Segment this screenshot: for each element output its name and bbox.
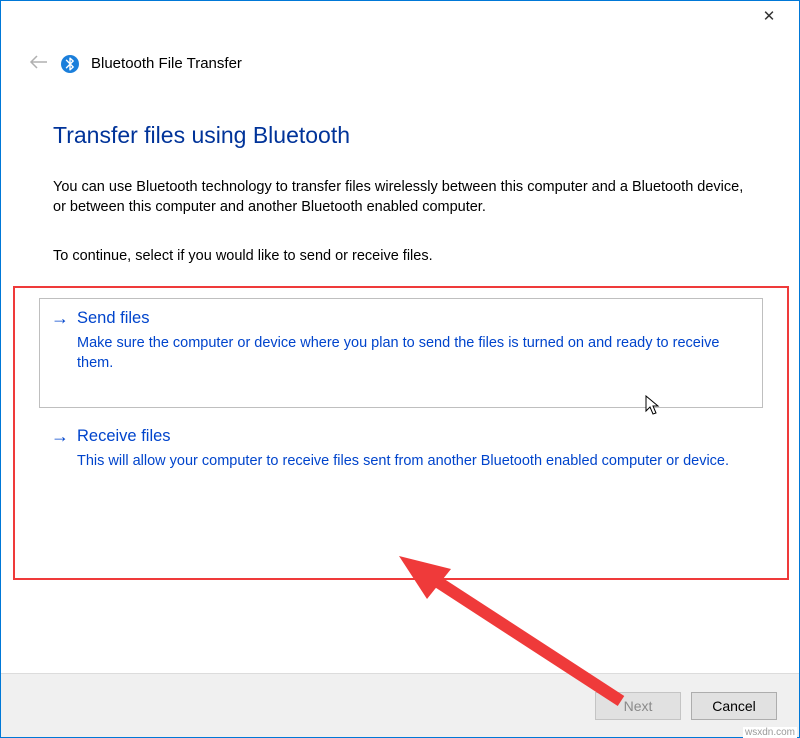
dialog-header: Bluetooth File Transfer bbox=[1, 33, 799, 74]
receive-files-title: Receive files bbox=[77, 427, 171, 446]
instruction-text: To continue, select if you would like to… bbox=[53, 248, 749, 264]
send-files-option[interactable]: → Send files Make sure the computer or d… bbox=[39, 298, 763, 408]
dialog-footer: Next Cancel bbox=[1, 673, 799, 737]
options-highlight-box: → Send files Make sure the computer or d… bbox=[15, 288, 787, 578]
bluetooth-icon bbox=[61, 55, 79, 73]
content-area: Transfer files using Bluetooth You can u… bbox=[1, 74, 799, 578]
send-files-title: Send files bbox=[77, 309, 149, 328]
arrow-right-icon: → bbox=[51, 308, 69, 329]
page-title: Transfer files using Bluetooth bbox=[53, 122, 749, 149]
dialog-window: ✕ Bluetooth File Transfer Transfer files… bbox=[0, 0, 800, 738]
send-files-desc: Make sure the computer or device where y… bbox=[77, 333, 751, 374]
receive-files-header: → Receive files bbox=[51, 426, 751, 447]
back-arrow-icon bbox=[29, 53, 47, 74]
close-icon: ✕ bbox=[763, 8, 776, 25]
receive-files-desc: This will allow your computer to receive… bbox=[77, 451, 751, 471]
titlebar: ✕ bbox=[1, 1, 799, 33]
arrow-right-icon: → bbox=[51, 426, 69, 447]
watermark-text: wsxdn.com bbox=[743, 727, 797, 738]
intro-text: You can use Bluetooth technology to tran… bbox=[53, 177, 749, 218]
next-button[interactable]: Next bbox=[595, 692, 681, 720]
close-button[interactable]: ✕ bbox=[749, 5, 789, 33]
receive-files-option[interactable]: → Receive files This will allow your com… bbox=[39, 416, 763, 483]
send-files-header: → Send files bbox=[51, 308, 751, 329]
cancel-button[interactable]: Cancel bbox=[691, 692, 777, 720]
window-title: Bluetooth File Transfer bbox=[91, 55, 242, 72]
